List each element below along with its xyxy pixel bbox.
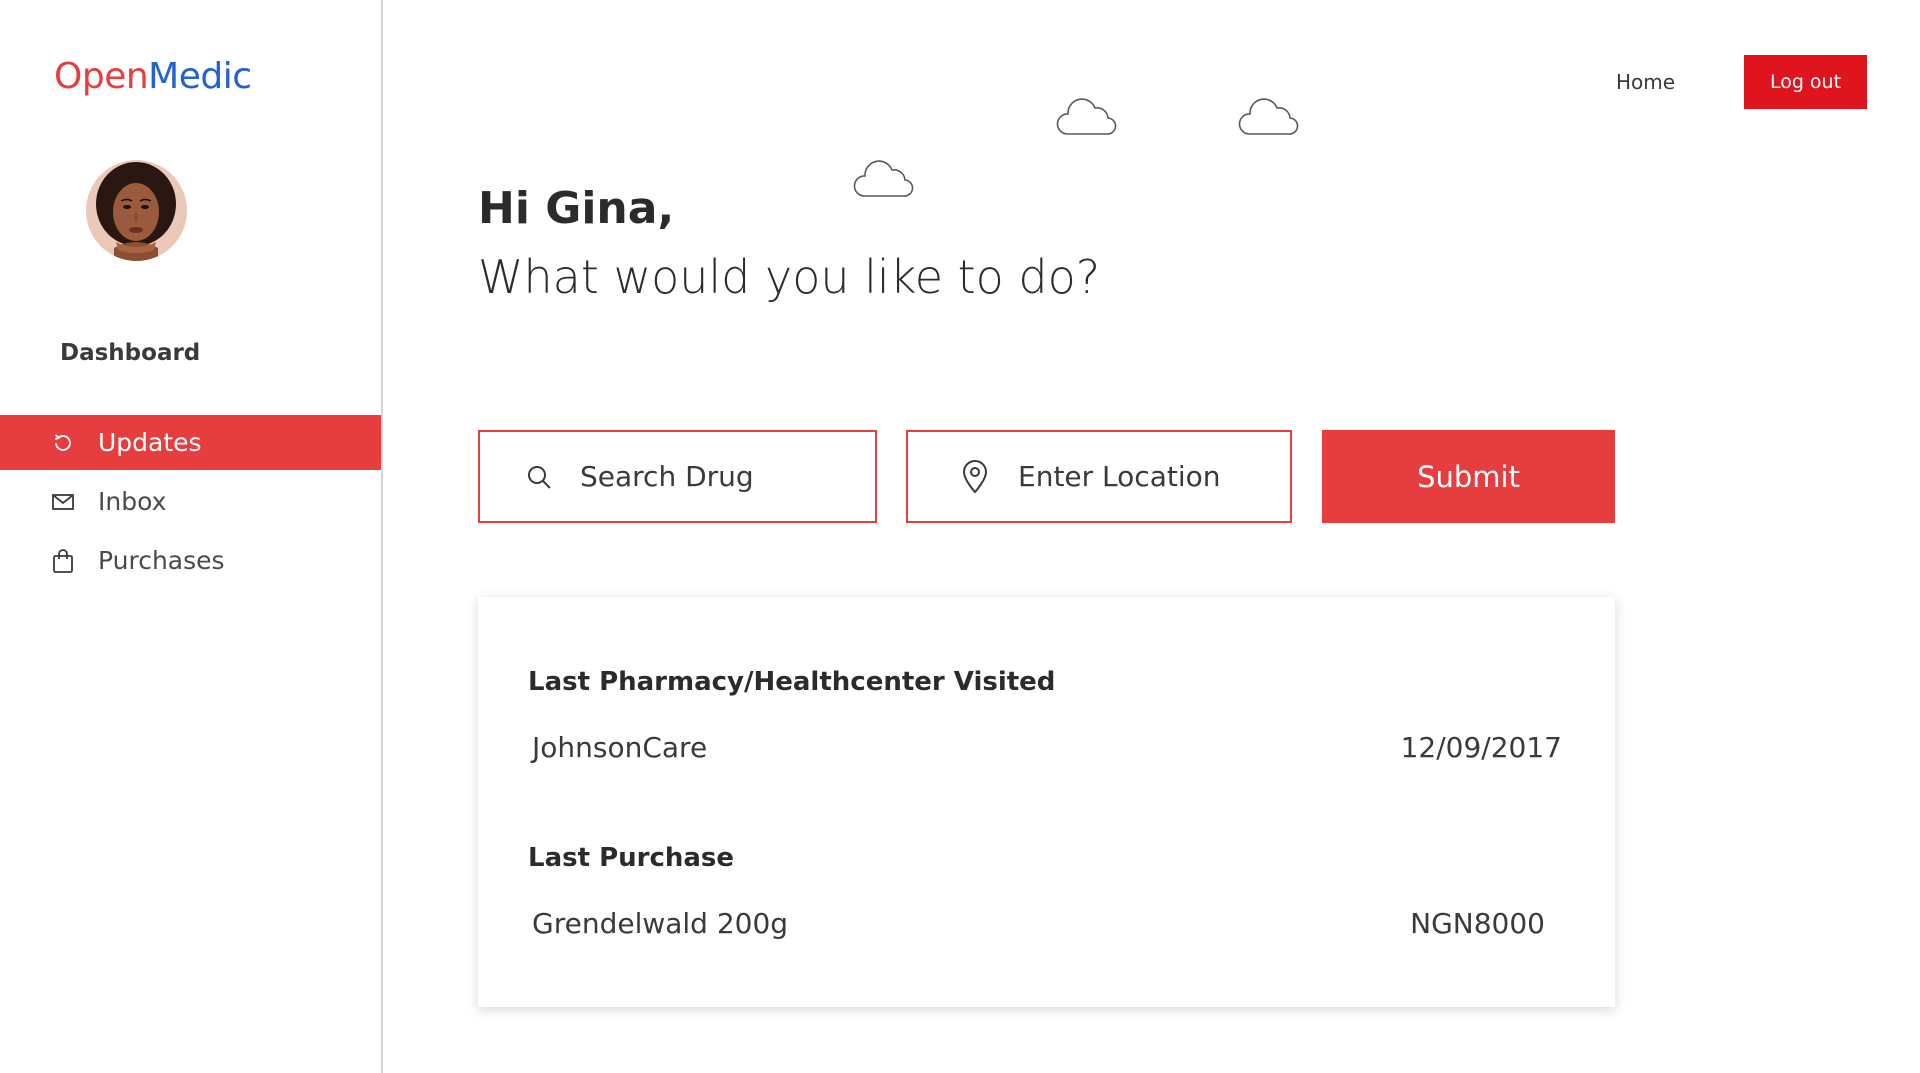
last-purchase-amount: NGN8000 — [1410, 907, 1545, 940]
cloud-icon — [1238, 98, 1299, 135]
last-visit-name: JohnsonCare — [532, 731, 708, 764]
search-drug-input[interactable] — [578, 459, 838, 494]
submit-button[interactable]: Submit — [1322, 430, 1615, 523]
home-link[interactable]: Home — [1616, 70, 1675, 94]
greeting-title: Hi Gina, — [478, 183, 675, 234]
location-input[interactable] — [1016, 459, 1276, 494]
logo-open-text: Open — [54, 56, 149, 97]
refresh-icon — [50, 430, 76, 456]
sidebar-item-updates[interactable]: Updates — [0, 415, 381, 470]
summary-card: Last Pharmacy/Healthcenter Visited Johns… — [478, 597, 1615, 1007]
logout-button[interactable]: Log out — [1744, 55, 1867, 109]
shopping-bag-icon — [50, 548, 76, 574]
sidebar-item-label: Inbox — [98, 487, 167, 516]
greeting-subtitle: What would you like to do? — [478, 250, 1101, 304]
last-purchase-title: Last Purchase — [528, 843, 735, 873]
location-pin-icon — [960, 459, 990, 494]
last-visit-title: Last Pharmacy/Healthcenter Visited — [528, 667, 1056, 697]
mail-icon — [50, 489, 76, 515]
sidebar-heading: Dashboard — [60, 340, 201, 366]
sidebar-item-purchases[interactable]: Purchases — [0, 533, 381, 588]
avatar[interactable] — [86, 160, 187, 261]
sidebar: OpenMedic Dashboard Updates Inbox Purcha… — [0, 0, 383, 1073]
search-drug-field[interactable] — [478, 430, 877, 523]
search-icon — [524, 460, 554, 494]
location-field[interactable] — [906, 430, 1292, 523]
sidebar-nav: Updates Inbox Purchases — [0, 415, 381, 592]
app-logo[interactable]: OpenMedic — [54, 56, 252, 97]
sidebar-item-label: Updates — [98, 428, 202, 457]
cloud-icon — [1056, 98, 1117, 135]
logo-medic-text: Medic — [148, 56, 252, 97]
user-avatar-photo — [86, 160, 187, 261]
last-purchase-item: Grendelwald 200g — [532, 907, 789, 940]
cloud-icon — [853, 160, 914, 197]
last-visit-date: 12/09/2017 — [1400, 731, 1562, 764]
sidebar-item-label: Purchases — [98, 546, 225, 575]
sidebar-item-inbox[interactable]: Inbox — [0, 474, 381, 529]
